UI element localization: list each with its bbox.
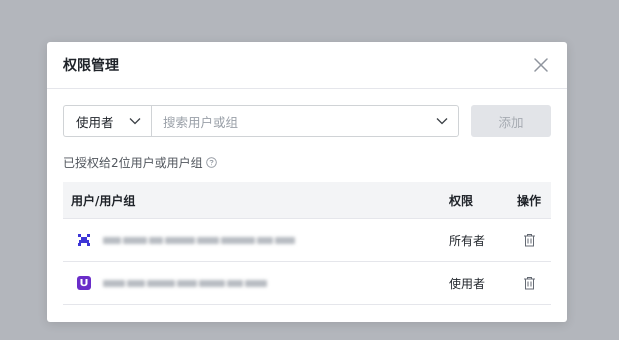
row-permission: 使用者 [449, 276, 486, 291]
trash-icon [523, 277, 535, 290]
dialog-header: 权限管理 [47, 42, 567, 89]
delete-button[interactable] [507, 233, 551, 247]
dialog-title: 权限管理 [63, 58, 119, 74]
permission-table: 用户/用户组 权限 操作 所有者 使用者 [63, 182, 551, 305]
table-header: 用户/用户组 权限 操作 [63, 182, 551, 219]
close-icon [534, 58, 548, 72]
search-placeholder: 搜索用户或组 [163, 114, 239, 130]
trash-icon [523, 234, 535, 247]
blurred-user-name [103, 279, 267, 287]
blurred-user-name [103, 236, 295, 244]
role-select[interactable]: 使用者 [63, 105, 151, 137]
role-select-value: 使用者 [76, 114, 114, 130]
help-icon[interactable] [205, 157, 217, 168]
chevron-down-icon [129, 118, 141, 125]
add-member-controls: 使用者 搜索用户或组 添加 [63, 105, 551, 137]
delete-button[interactable] [507, 276, 551, 290]
avatar [75, 231, 93, 249]
table-row: 使用者 [63, 262, 551, 305]
header-permission: 权限 [449, 193, 474, 208]
avatar [75, 274, 93, 292]
table-row: 所有者 [63, 219, 551, 262]
user-cell [63, 231, 449, 249]
summary-text: 已授权给2位用户或用户组 [63, 156, 203, 170]
close-button[interactable] [531, 55, 551, 75]
permission-dialog: 权限管理 使用者 搜索用户或组 添加 已授权给2位用户或用户组 用户/用户组 权… [47, 42, 567, 322]
header-user: 用户/用户组 [71, 193, 136, 208]
search-user-input[interactable]: 搜索用户或组 [151, 105, 459, 137]
row-permission: 所有者 [449, 233, 486, 248]
chevron-down-icon [436, 118, 448, 125]
add-button[interactable]: 添加 [471, 105, 551, 137]
header-action: 操作 [516, 193, 541, 208]
authorized-summary: 已授权给2位用户或用户组 [63, 154, 217, 171]
user-cell [63, 274, 449, 292]
